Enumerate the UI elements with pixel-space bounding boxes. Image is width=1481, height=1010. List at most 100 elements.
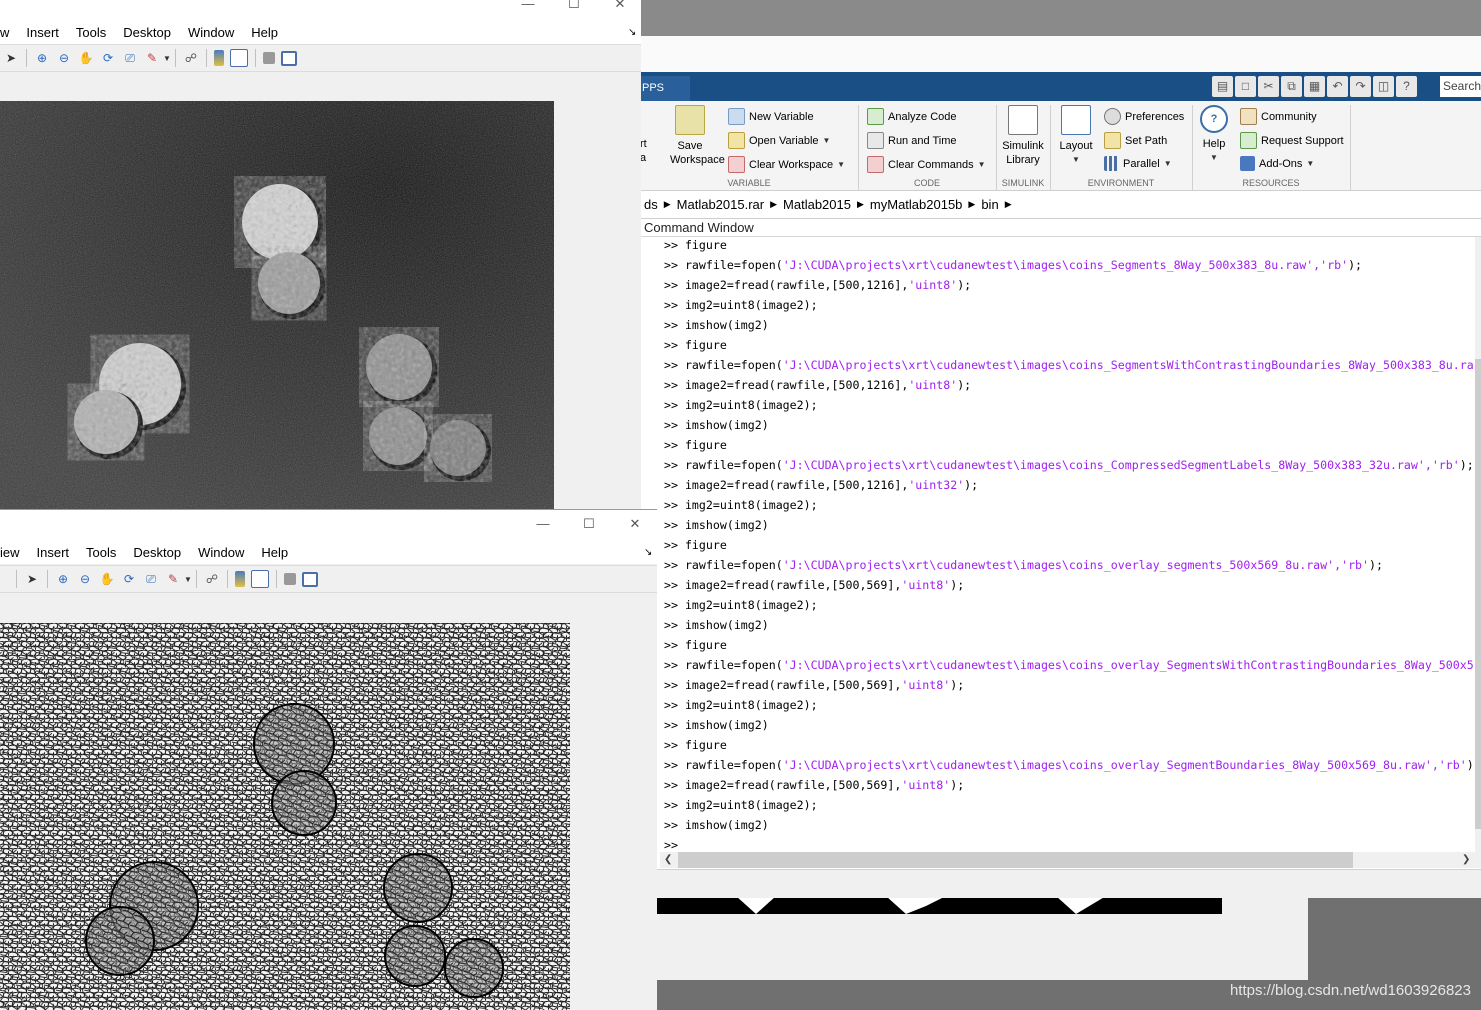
- scroll-right-icon[interactable]: ❯: [1462, 854, 1470, 865]
- menu-desktop[interactable]: Desktop: [133, 545, 181, 560]
- prompt-symbol: >>: [664, 718, 685, 732]
- menu-window[interactable]: Window: [188, 25, 234, 40]
- colorbar-icon[interactable]: [213, 50, 224, 66]
- menu-insert[interactable]: Insert: [37, 545, 70, 560]
- simulink-library-button[interactable]: Simulink Library: [1000, 105, 1046, 167]
- pointer-icon[interactable]: ➤: [3, 50, 19, 66]
- close-icon[interactable]: ✕: [612, 514, 657, 534]
- menu-tools[interactable]: Tools: [76, 25, 106, 40]
- data-cursor-icon[interactable]: ⎚: [122, 50, 138, 66]
- data-cursor-icon[interactable]: ⎚: [143, 571, 159, 587]
- hide-plot-tools-icon[interactable]: [283, 573, 296, 585]
- redo-icon[interactable]: ↷: [1350, 76, 1371, 97]
- breadcrumb-item[interactable]: ds: [644, 197, 658, 212]
- new-variable-button[interactable]: New Variable: [728, 108, 814, 125]
- set-path-button[interactable]: Set Path: [1104, 132, 1167, 149]
- tab-apps[interactable]: PPS: [640, 76, 690, 101]
- menu-tools[interactable]: Tools: [86, 545, 116, 560]
- search-documentation-input[interactable]: Search: [1440, 76, 1481, 97]
- horizontal-scrollbar-thumb[interactable]: [678, 852, 1353, 868]
- save-workspace-icon: [675, 105, 705, 135]
- colorbar-icon[interactable]: [234, 571, 245, 587]
- link-plot-icon[interactable]: ☍: [204, 571, 220, 587]
- breadcrumb-item[interactable]: bin: [981, 197, 998, 212]
- legend-icon[interactable]: [250, 570, 269, 588]
- menu-view[interactable]: iew: [0, 545, 20, 560]
- menu-help[interactable]: Help: [251, 25, 278, 40]
- dock-icon[interactable]: ↘: [644, 547, 652, 558]
- cut-icon[interactable]: ✂: [1258, 76, 1279, 97]
- run-and-time-button[interactable]: Run and Time: [867, 132, 956, 149]
- pointer-icon[interactable]: ➤: [24, 571, 40, 587]
- preferences-button[interactable]: Preferences: [1104, 108, 1184, 125]
- minimize-icon[interactable]: —: [520, 514, 566, 534]
- brush-icon[interactable]: ✎: [165, 571, 181, 587]
- disk-icon[interactable]: □: [1235, 76, 1256, 97]
- menu-insert[interactable]: Insert: [26, 25, 59, 40]
- toolbar-divider: [205, 49, 207, 67]
- chevron-down-icon[interactable]: ▼: [163, 54, 171, 63]
- save-icon[interactable]: ▤: [1212, 76, 1233, 97]
- clear-workspace-button[interactable]: Clear Workspace ▼: [728, 156, 845, 173]
- breadcrumb-item[interactable]: myMatlab2015b: [870, 197, 963, 212]
- paste-icon[interactable]: ▦: [1304, 76, 1325, 97]
- dock-icon[interactable]: ↘: [628, 27, 636, 38]
- zoom-in-icon[interactable]: ⊕: [34, 50, 50, 66]
- import-data-button[interactable]: rt a: [640, 105, 652, 165]
- vertical-scrollbar-thumb[interactable]: [1475, 359, 1481, 829]
- minimize-icon[interactable]: —: [505, 0, 551, 14]
- copy-icon[interactable]: ⧉: [1281, 76, 1302, 97]
- prompt-symbol: >>: [664, 298, 685, 312]
- command-window[interactable]: Command Window >> figure >> rawfile=fopen…: [640, 219, 1481, 869]
- prompt-symbol: >>: [664, 758, 685, 772]
- breadcrumb-item[interactable]: Matlab2015.rar: [677, 197, 764, 212]
- undo-icon[interactable]: ↶: [1327, 76, 1348, 97]
- parallel-button[interactable]: Parallel ▼: [1104, 156, 1172, 171]
- scroll-left-icon[interactable]: ❮: [664, 854, 672, 865]
- rotate-3d-icon[interactable]: ⟳: [100, 50, 116, 66]
- zoom-in-icon[interactable]: ⊕: [55, 571, 71, 587]
- window-controls: — ☐ ✕: [505, 0, 641, 14]
- community-button[interactable]: Community: [1240, 108, 1317, 125]
- menu-desktop[interactable]: Desktop: [123, 25, 171, 40]
- zoom-out-icon[interactable]: ⊖: [77, 571, 93, 587]
- pan-hand-icon[interactable]: ✋: [78, 50, 94, 66]
- brush-icon[interactable]: ✎: [144, 50, 160, 66]
- rotate-3d-icon[interactable]: ⟳: [121, 571, 137, 587]
- show-plot-tools-icon[interactable]: [301, 571, 318, 587]
- segment-boundaries-image[interactable]: [0, 623, 570, 1010]
- clear-commands-button[interactable]: Clear Commands ▼: [867, 156, 986, 173]
- hide-plot-tools-icon[interactable]: [262, 52, 275, 64]
- request-support-button[interactable]: Request Support: [1240, 132, 1344, 149]
- maximize-icon[interactable]: ☐: [566, 514, 612, 534]
- watermark-text: https://blog.csdn.net/wd1603926823: [1229, 982, 1471, 999]
- code-text: imshow(img2): [684, 718, 769, 732]
- legend-icon[interactable]: [229, 49, 248, 67]
- open-variable-button[interactable]: Open Variable ▼: [728, 132, 830, 149]
- switch-windows-icon[interactable]: ◫: [1373, 76, 1394, 97]
- prompt-symbol: >>: [664, 518, 685, 532]
- command-history-lines[interactable]: >> figure >> rawfile=fopen('J:\CUDA\proje…: [664, 235, 1479, 855]
- chevron-down-icon[interactable]: ▼: [184, 575, 192, 584]
- layout-button[interactable]: Layout ▼: [1054, 105, 1098, 167]
- pan-hand-icon[interactable]: ✋: [99, 571, 115, 587]
- show-plot-tools-icon[interactable]: [280, 50, 297, 66]
- add-ons-button[interactable]: Add-Ons ▼: [1240, 156, 1314, 171]
- help-button[interactable]: ? Help ▼: [1196, 105, 1232, 165]
- command-line: >> figure: [664, 435, 1479, 455]
- menu-window[interactable]: Window: [198, 545, 244, 560]
- link-plot-icon[interactable]: ☍: [183, 50, 199, 66]
- maximize-icon[interactable]: ☐: [551, 0, 597, 14]
- analyze-code-button[interactable]: Analyze Code: [867, 108, 957, 125]
- coin-cells: [87, 908, 153, 974]
- breadcrumb-item[interactable]: Matlab2015: [783, 197, 851, 212]
- zoom-out-icon[interactable]: ⊖: [56, 50, 72, 66]
- help-icon[interactable]: ?: [1396, 76, 1417, 97]
- menu-view[interactable]: w: [0, 25, 9, 40]
- prompt-symbol: >>: [664, 478, 685, 492]
- save-workspace-button[interactable]: Save Workspace: [670, 105, 725, 167]
- close-icon[interactable]: ✕: [597, 0, 641, 14]
- segments-image[interactable]: [0, 101, 554, 509]
- prompt-symbol: >>: [664, 698, 685, 712]
- menu-help[interactable]: Help: [261, 545, 288, 560]
